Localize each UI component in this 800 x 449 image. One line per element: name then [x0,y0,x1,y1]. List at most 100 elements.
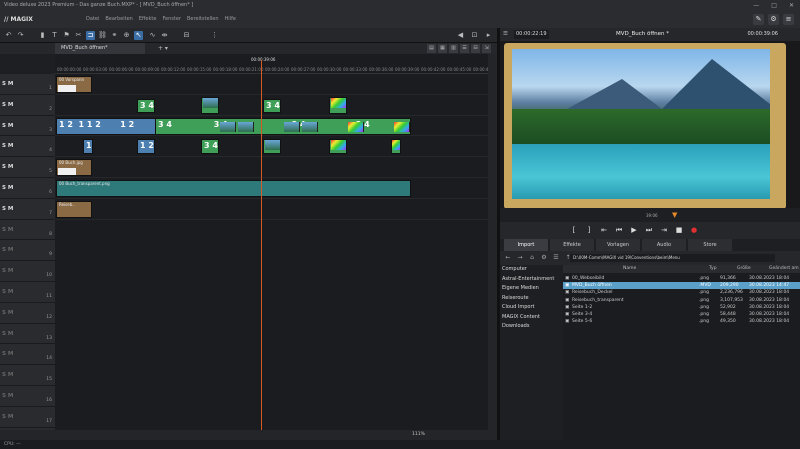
track-header[interactable]: S M 17 [0,407,55,428]
undo-icon[interactable]: ↶ [4,31,13,40]
go-end-button[interactable]: ⇥ [658,225,670,236]
menu-hilfe[interactable]: Hilfe [225,11,236,28]
clip-page[interactable] [329,139,347,155]
record-button[interactable]: ● [688,225,700,236]
clip-buch[interactable]: 00 Buch.jpg [56,159,92,177]
grid-icon[interactable]: ⋮ [210,31,219,40]
sidebar-item[interactable]: Astral-Entertainment [500,275,563,285]
track-header[interactable]: S M 7 [0,199,55,220]
stretch-icon[interactable]: ⇹ [160,31,169,40]
clip-page[interactable] [391,139,401,155]
file-row[interactable]: ▣ Seite 5-6 .png 49,350 30.08.2023 18:04 [563,318,800,325]
view-mixer-icon[interactable]: ⊟ [471,44,480,53]
unlink-icon[interactable]: ⚭ [110,31,119,40]
view-scene-icon[interactable]: ▦ [438,44,447,53]
track-header[interactable]: S M 10 [0,261,55,282]
view-timeline-icon[interactable]: ▥ [449,44,458,53]
in-point-button[interactable]: [ [568,225,580,236]
track-header[interactable]: S M 15 [0,365,55,386]
menu-icon[interactable]: ☰ [503,28,508,41]
zoom-level[interactable]: 111% [412,432,425,437]
solo-mute-toggle[interactable]: S M [2,143,13,149]
cut-icon[interactable]: ✂ [74,31,83,40]
next-marker-button[interactable]: ⏭ [643,225,655,236]
sidebar-item[interactable]: Cloud Import [500,303,563,313]
sidebar-item[interactable]: MAGIX Content [500,313,563,323]
menu-effekte[interactable]: Effekte [139,11,157,28]
col-type[interactable]: Typ [709,265,717,273]
solo-mute-toggle[interactable]: S M [2,185,13,191]
sidebar-item[interactable]: Downloads [500,322,563,332]
file-row[interactable]: ▣ 00_Webseibild .png 91,366 30.08.2023 18:04 [563,275,800,282]
track-header[interactable]: S M 1 [0,74,55,95]
split-icon[interactable]: ⊐ [86,31,95,40]
solo-mute-toggle[interactable]: S M [2,414,13,420]
solo-mute-toggle[interactable]: S M [2,351,13,357]
file-row[interactable]: ▣ Reisebuch_Deckel .png 2,236,796 30.08.2023… [563,289,800,296]
clip-transition[interactable] [329,96,347,114]
menu-fenster[interactable]: Fenster [162,11,181,28]
col-name[interactable]: Name [623,265,636,273]
redo-icon[interactable]: ↷ [16,31,25,40]
clip-seiten[interactable]: 1 2 1 1 2 1 2 [56,117,156,135]
track-header[interactable]: S M 5 [0,157,55,178]
track-header[interactable]: S M 4 [0,136,55,158]
menu-bearbeiten[interactable]: Bearbeiten [105,11,132,28]
clip-buch-transparent[interactable]: 00 Buch_transparent.png [56,180,411,197]
monitor-scrubber[interactable]: 39:06 ▼ [500,208,800,222]
solo-mute-toggle[interactable]: S M [2,206,13,212]
track-header[interactable]: S M 11 [0,282,55,303]
clip-sonnenuntergang[interactable]: 3 4 3 4 3 4 3 4 [155,117,411,135]
tab-effekte[interactable]: Effekte [550,239,594,251]
solo-mute-toggle[interactable]: S M [2,268,13,274]
pin-icon[interactable]: ✎ [753,14,764,25]
path-field[interactable]: D:\00M-Comm\MAGIX vid 19\Conventions\bei… [570,254,775,262]
clip-page[interactable] [263,139,281,155]
clip-transition[interactable]: 3 4 [263,98,281,113]
text-icon[interactable]: T [50,31,59,40]
solo-mute-toggle[interactable]: S M [2,81,13,87]
clip-page[interactable]: 1 2 [137,139,155,155]
forward-icon[interactable]: → [516,254,524,262]
trim-icon[interactable]: ⊟ [182,31,191,40]
menu-datei[interactable]: Datei [86,11,99,28]
more-icon[interactable]: ▸ [484,31,493,40]
sidebar-item[interactable]: Computer [500,265,563,275]
close-button[interactable]: ✕ [789,0,794,11]
col-date[interactable]: Geändert am [769,265,799,273]
clip-reisebuch[interactable]: Reiseb.. [56,200,92,218]
stop-button[interactable]: ■ [673,225,685,236]
track-header[interactable]: S M 9 [0,240,55,262]
solo-mute-toggle[interactable]: S M [2,123,13,129]
vertical-scrollbar[interactable] [488,54,497,430]
file-row[interactable]: ▣ Seite 3-4 .png 58,448 30.08.2023 18:04 [563,311,800,318]
view-expand-icon[interactable]: ⇲ [482,44,491,53]
tab-vorlagen[interactable]: Vorlagen [596,239,640,251]
curve-icon[interactable]: ∿ [148,31,157,40]
out-point-button[interactable]: ] [583,225,595,236]
video-monitor[interactable] [500,41,800,209]
solo-mute-toggle[interactable]: S M [2,310,13,316]
horizontal-scrollbar[interactable]: 111% [0,430,497,440]
play-button[interactable]: ▶ [628,225,640,236]
track-header[interactable]: S M 13 [0,324,55,345]
link-icon[interactable]: ⛓ [98,31,107,40]
track-header[interactable]: S M 14 [0,344,55,366]
clip-transition[interactable]: 3 4 [137,98,155,113]
gear-icon[interactable]: ⚙ [768,14,779,25]
tab-store[interactable]: Store [688,239,732,251]
go-start-button[interactable]: ⇤ [598,225,610,236]
timeline-tracks[interactable]: 00 Vorspann 3 4 3 4 1 2 1 1 2 1 2 3 4 3 … [55,74,488,430]
volume-icon[interactable]: ◀ [456,31,465,40]
settings-icon[interactable]: ⚙ [540,254,548,262]
clip-vorspann[interactable]: 00 Vorspann [56,76,92,93]
track-header[interactable]: S M 3 [0,116,55,137]
clip-transition[interactable] [201,96,219,114]
home-icon[interactable]: ⌂ [528,254,536,262]
back-icon[interactable]: ← [504,254,512,262]
file-row[interactable]: ▣ Seite 1-2 .png 52,902 30.08.2023 18:04 [563,304,800,311]
solo-mute-toggle[interactable]: S M [2,393,13,399]
track-header[interactable]: S M 6 [0,178,55,199]
solo-mute-toggle[interactable]: S M [2,289,13,295]
maximize-button[interactable]: □ [771,0,777,11]
